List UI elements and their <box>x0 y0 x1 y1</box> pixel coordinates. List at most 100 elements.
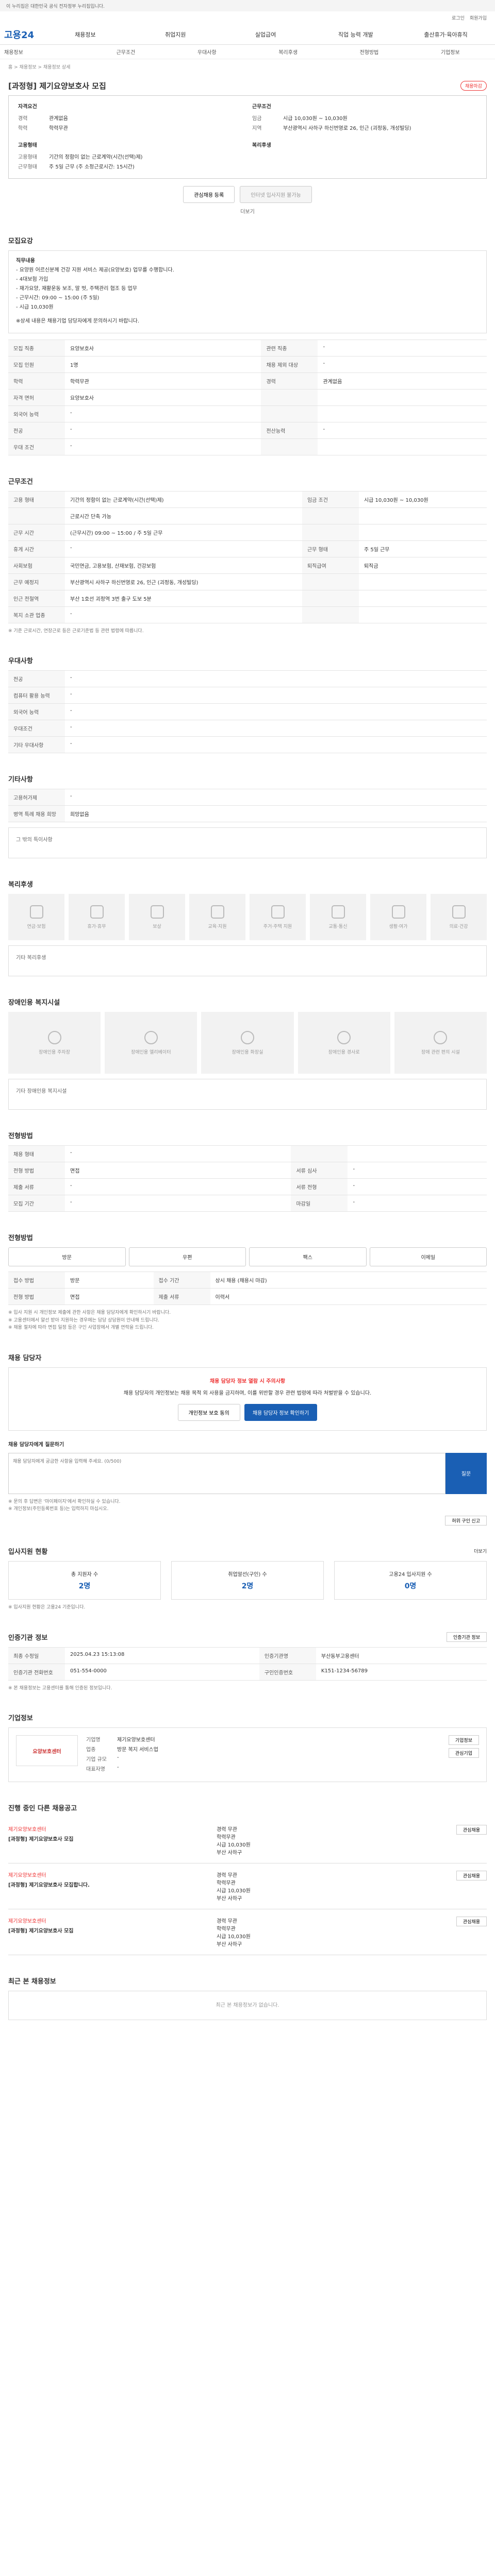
gnb-item[interactable]: 취업지원 <box>130 30 221 39</box>
row-value <box>318 405 487 422</box>
row-label: 마감일 <box>291 1195 348 1212</box>
row-value: 1명 <box>65 356 261 373</box>
kv-label: 경력 <box>18 116 28 122</box>
table-row: 외국어 능력 - <box>8 405 487 422</box>
row-label <box>8 507 65 524</box>
kv-value: - <box>117 1765 119 1771</box>
benefit-icon <box>150 905 164 919</box>
job-fav-button[interactable]: 관심채용 <box>456 1825 487 1835</box>
apply-note: ※ 고용센터에서 알선 받아 지원하는 경우에는 담당 상담원이 안내해 드립니… <box>8 1317 159 1323</box>
table-row: 모집 인원 1명 채용 제외 대상 - <box>8 356 487 373</box>
table-row: 접수 방법 방문 접수 기간 상시 채용 (채용시 마감) <box>8 1272 487 1289</box>
tab-selection[interactable]: 전형방법 <box>328 48 409 56</box>
job-fav-button[interactable]: 관심채용 <box>456 1871 487 1881</box>
row-value: 국민연금, 고용보험, 산재보험, 건강보험 <box>65 557 302 574</box>
table-row: 복지 소관 업종 - <box>8 606 487 623</box>
info-button[interactable]: 인증기관 정보 <box>446 1632 487 1642</box>
company-info-button[interactable]: 기업정보 <box>448 1735 479 1745</box>
job-list-item[interactable]: 제기요양보호센터 [과정형] 제기요양보호사 모집합니다. 경력 무관 학력무관 시급 … <box>8 1863 487 1910</box>
row-value: K151-1234-56789 <box>316 1663 487 1681</box>
company-fav-button[interactable]: 관심기업 <box>448 1748 479 1758</box>
tab-benefit[interactable]: 복리후생 <box>248 48 328 56</box>
job-title[interactable]: [과정형] 제기요양보호사 모집합니다. <box>8 1880 217 1888</box>
gnb-item[interactable]: 실업급여 <box>221 30 311 39</box>
row-label: 외국어 능력 <box>8 703 65 721</box>
row-label: 외국어 능력 <box>8 405 65 422</box>
job-actions: 관심채용 <box>425 1917 487 1947</box>
login-link[interactable]: 로그인 <box>452 14 465 21</box>
qa-input[interactable] <box>8 1452 446 1494</box>
info-table: 최종 수정일 2025.04.23 15:13:08 인증기관명 부산동부고용센터 인증… <box>8 1647 487 1681</box>
gnb-item[interactable]: 채용정보 <box>40 30 130 39</box>
row-label: 모집 기간 <box>8 1195 65 1212</box>
recent-empty: 최근 본 채용정보가 없습니다. <box>8 1991 487 2021</box>
apply-button[interactable]: 인터넷 입사지원 불가능 <box>240 186 312 203</box>
gnb-item[interactable]: 직업 능력 개발 <box>310 30 401 39</box>
section-title: 채용 담당자 <box>8 1354 42 1362</box>
site-logo[interactable]: 고용24 <box>4 28 40 41</box>
stats-more-link[interactable]: 더보기 <box>474 1548 487 1554</box>
job-place: 부산 사하구 <box>217 1896 242 1902</box>
gov-banner: 이 누리집은 대한민국 공식 전자정부 누리집입니다. <box>0 0 495 11</box>
tab-company[interactable]: 기업정보 <box>410 48 491 56</box>
row-value: - <box>65 606 302 623</box>
row-label: 우대조건 <box>8 720 65 737</box>
section-title: 복리후생 <box>8 881 33 889</box>
tab-pref[interactable]: 우대사항 <box>167 48 248 56</box>
table-row: 근무 예정지 부산광역시 사하구 하신번영로 26, 인근 (괴정동, 개성빌딩) <box>8 573 487 590</box>
row-value: 퇴직금 <box>358 557 487 574</box>
tab-work[interactable]: 근무조건 <box>85 48 166 56</box>
row-value: - <box>348 1195 487 1212</box>
kv-label: 고용형태 <box>18 155 37 160</box>
row-label: 퇴직급여 <box>302 557 359 574</box>
job-title[interactable]: [과정형] 제기요양보호사 모집 <box>8 1926 217 1934</box>
stat-card: 고용24 입사지원 수 0명 <box>334 1561 487 1600</box>
facility-card: 장애인용 엘리베이터 <box>105 1012 197 1074</box>
row-label: 우대 조건 <box>8 438 65 455</box>
row-value: 2025.04.23 15:13:08 <box>65 1647 259 1664</box>
company-logo: 요양보호센터 <box>16 1735 78 1767</box>
row-value: 면접 <box>65 1162 291 1179</box>
join-link[interactable]: 회원가입 <box>470 14 487 21</box>
row-value: 상시 채용 (채용시 마감) <box>210 1272 487 1289</box>
view-contact-button[interactable]: 채용 담당자 정보 확인하기 <box>244 1403 318 1421</box>
stat-label: 취업알선(구인) 수 <box>228 1572 267 1578</box>
stat-label: 총 지원자 수 <box>71 1572 98 1578</box>
gnb-item[interactable]: 출산휴가·육아휴직 <box>401 30 491 39</box>
view-more-link[interactable]: 더보기 <box>8 207 487 215</box>
job-company: 제기요양보호센터 <box>8 1827 46 1833</box>
job-fav-button[interactable]: 관심채용 <box>456 1917 487 1927</box>
tab-recruit[interactable]: 채용정보 <box>4 48 85 56</box>
work-note: ※ 기준 근로시간, 연장근로 등은 근로기준법 등 관련 법령에 따릅니다. <box>8 629 144 634</box>
row-value: - <box>318 340 487 357</box>
row-label <box>302 573 359 590</box>
contact-notice: 채용 담당자 정보 열람 시 주의사항 채용 담당자의 개인정보는 채용 목적 … <box>8 1367 487 1431</box>
job-list-item[interactable]: 제기요양보호센터 [과정형] 제기요양보호사 모집 경력 무관 학력무관 시급 10,0… <box>8 1909 487 1956</box>
report-button[interactable]: 허위 구인 신고 <box>445 1516 487 1526</box>
benefit-cards: 연금·보험 휴가·휴무 보상 교육·지원 주거·주택 지원 교통·통신 생활·여가 의료·건강 <box>8 894 487 941</box>
kv-label: 대표자명 <box>86 1767 105 1773</box>
row-label: 고용허가제 <box>8 789 65 806</box>
row-value: - <box>65 1195 291 1212</box>
privacy-agree-button[interactable]: 개인정보 보호 동의 <box>177 1403 240 1421</box>
benefit-card: 주거·주택 지원 <box>250 894 306 941</box>
row-label: 컴퓨터 활용 능력 <box>8 687 65 704</box>
job-edu: 학력무관 <box>217 1880 236 1887</box>
job-list-item[interactable]: 제기요양보호센터 [과정형] 제기요양보호사 모집 경력 무관 학력무관 시급 10,0… <box>8 1818 487 1864</box>
facility-label: 장애인용 엘리베이터 <box>131 1049 171 1055</box>
row-value: 부산동부고용센터 <box>316 1647 487 1664</box>
apply-method: 우편 <box>128 1247 246 1267</box>
recruit-desc: 직무내용 - 요양원 어르신분께 건강 지원 서비스 제공(요양보호) 업무를 … <box>8 250 487 333</box>
scrap-button[interactable]: 관심채용 등록 <box>183 186 235 203</box>
other-jobs-list: 제기요양보호센터 [과정형] 제기요양보호사 모집 경력 무관 학력무관 시급 10,0… <box>8 1818 487 1956</box>
desc-line: 직무내용 <box>16 258 35 264</box>
section-title: 우대사항 <box>8 657 33 666</box>
benefit-card: 연금·보험 <box>8 894 64 941</box>
job-title[interactable]: [과정형] 제기요양보호사 모집 <box>8 1835 217 1842</box>
facility-card: 장애인용 주차장 <box>8 1012 101 1074</box>
kv-label: 근무형태 <box>18 164 37 170</box>
benefit-extra: 기타 복리후생 <box>8 945 487 977</box>
row-value: 요양보호사 <box>65 340 261 357</box>
stats-note: ※ 입사지원 현황은 고용24 기준입니다. <box>8 1605 86 1611</box>
qa-submit-button[interactable]: 질문 <box>446 1452 487 1494</box>
